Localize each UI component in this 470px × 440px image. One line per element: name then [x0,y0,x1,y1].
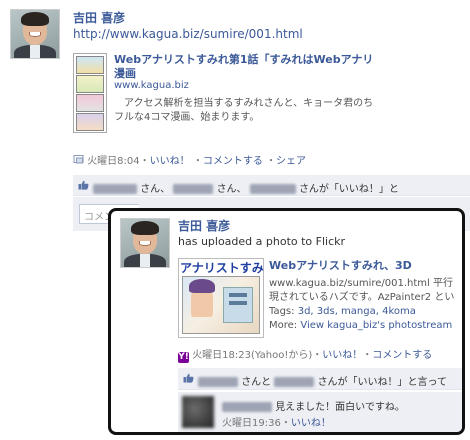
liker-name-blurred[interactable] [173,184,214,194]
like-link[interactable]: いいね！ [322,350,362,361]
post-time[interactable]: 火曜日8:04 [87,156,139,167]
post-meta: Y! 火曜日18:23(Yahoo!から)・いいね！・コメントする [178,350,433,363]
photo-more: More: View kagua_biz's photostream [269,320,453,331]
comment-text: 見えました！面白いですね。 [275,402,405,413]
comment-item: 見えました！面白いですね。 火曜日19:36・いいね！ [178,392,462,432]
link-domain[interactable]: www.kagua.biz [114,80,189,91]
liker-name-blurred[interactable] [93,184,137,194]
author-name[interactable]: 吉田 喜彦 [178,217,230,234]
liker-name-blurred[interactable] [274,377,315,387]
commenter-avatar-blurred[interactable] [182,396,214,428]
comment-like-link[interactable]: いいね！ [291,418,331,429]
author-avatar[interactable] [120,218,170,268]
comment-link[interactable]: コメントする [372,350,432,361]
comment-link[interactable]: コメントする [203,156,263,167]
author-avatar[interactable] [10,9,60,59]
photo-title-overlay: アナリストすみ [180,261,264,275]
comic-thumbnail[interactable] [73,53,107,133]
highlighted-flickr-post: 吉田 喜彦 has uploaded a photo to Flickr アナリ… [108,208,465,435]
liker-name-blurred[interactable] [198,377,238,387]
photo-description: www.kagua.biz/sumire/001.html 平行 現されているハ… [269,278,455,303]
link-title[interactable]: Webアナリストすみれ第1話「すみれはWebアナリ 漫画 [114,53,464,81]
post-url[interactable]: http://www.kagua.biz/sumire/001.html [73,27,303,41]
thumbs-up-icon [78,180,89,190]
likes-summary: さん、 さん、 さんが「いいね！」と [73,175,470,196]
photo-title-link[interactable]: Webアナリストすみれ、3D [269,259,412,273]
link-description: アクセス解析を担当するすみれさんと、キョータ君のち フルな4コマ漫画、始まります… [114,98,374,123]
liker-name-blurred[interactable] [249,184,296,194]
post-meta: 火曜日8:04・いいね！ ・コメントする ・シェア [73,152,306,167]
comment-bubble-icon [73,155,84,164]
author-name[interactable]: 吉田 喜彦 [73,9,125,26]
post-action-text: has uploaded a photo to Flickr [178,235,346,248]
likes-summary: さんと さんが「いいね！」と言って [178,368,462,390]
tags-links[interactable]: 3d, 3ds, manga, 4koma [298,306,416,317]
share-link[interactable]: シェア [276,156,306,167]
flickr-photo-thumbnail[interactable]: アナリストすみ [178,258,264,338]
like-link[interactable]: いいね！ [150,156,190,167]
thumbs-up-icon [183,373,194,383]
photostream-link[interactable]: View kagua_biz's photostream [300,320,452,331]
photo-tags: Tags: 3d, 3ds, manga, 4koma [269,306,416,317]
yahoo-icon: Y! [178,352,189,363]
post-time[interactable]: 火曜日18:23 [192,350,251,361]
commenter-name-blurred[interactable] [222,402,272,412]
comment-time: 火曜日19:36 [222,418,281,429]
